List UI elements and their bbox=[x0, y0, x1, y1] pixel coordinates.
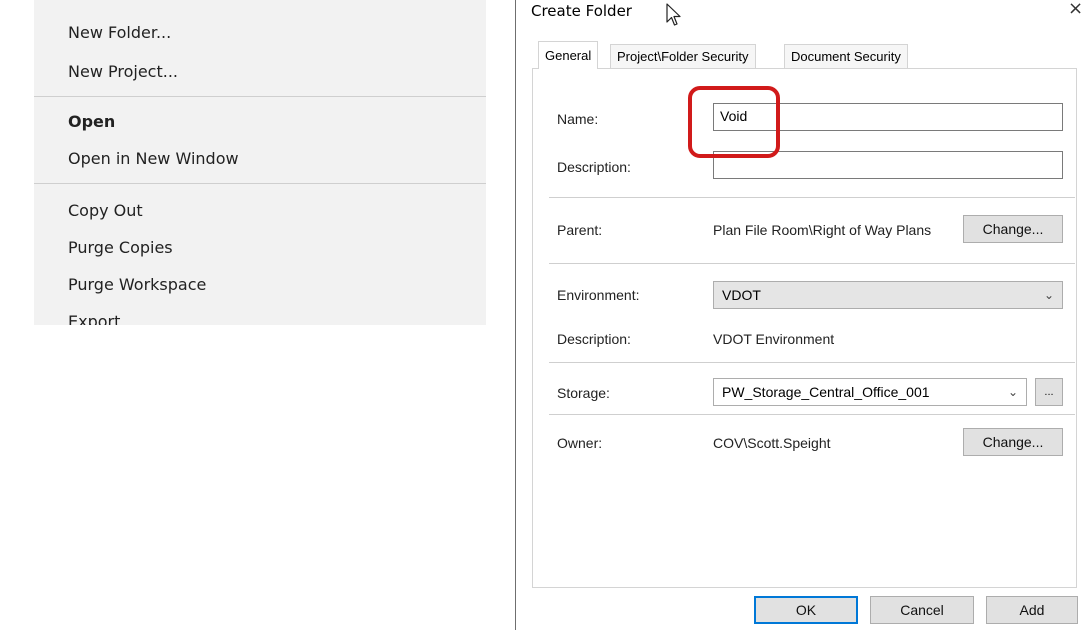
parent-label: Parent: bbox=[557, 222, 603, 238]
parent-path: Plan File Room\Right of Way Plans bbox=[713, 222, 932, 238]
cancel-button[interactable]: Cancel bbox=[870, 596, 974, 624]
tab-general[interactable]: General bbox=[538, 41, 599, 69]
menu-item-purge-copies[interactable]: Purge Copies bbox=[68, 233, 173, 263]
environment-label: Environment: bbox=[557, 287, 640, 303]
menu-item-export[interactable]: Export bbox=[68, 307, 120, 325]
close-icon[interactable]: × bbox=[1068, 0, 1083, 19]
section-divider bbox=[549, 197, 1075, 198]
change-owner-button[interactable]: Change... bbox=[963, 428, 1063, 456]
storage-label: Storage: bbox=[557, 385, 610, 401]
description-input[interactable] bbox=[713, 151, 1063, 179]
storage-selected-value: PW_Storage_Central_Office_001 bbox=[722, 384, 930, 400]
context-menu: New Folder... New Project... Open Open i… bbox=[34, 0, 486, 325]
owner-label: Owner: bbox=[557, 435, 603, 451]
mouse-cursor-icon bbox=[666, 3, 681, 26]
create-folder-dialog: Create Folder × General Project\Folder S… bbox=[515, 0, 1086, 630]
name-label: Name: bbox=[557, 111, 599, 127]
storage-select[interactable]: PW_Storage_Central_Office_001 ⌄ bbox=[713, 378, 1027, 406]
chevron-down-icon: ⌄ bbox=[1043, 288, 1054, 302]
add-button[interactable]: Add bbox=[986, 596, 1078, 624]
ok-button[interactable]: OK bbox=[754, 596, 858, 624]
chevron-down-icon: ⌄ bbox=[1007, 385, 1018, 399]
environment-description-label: Description: bbox=[557, 331, 631, 347]
browse-storage-button[interactable]: ... bbox=[1035, 378, 1063, 406]
menu-item-new-folder[interactable]: New Folder... bbox=[68, 18, 171, 48]
menu-item-new-project[interactable]: New Project... bbox=[68, 57, 178, 87]
tab-project-folder-security[interactable]: Project\Folder Security bbox=[610, 44, 756, 68]
environment-description-value: VDOT Environment bbox=[713, 331, 835, 347]
environment-selected-value: VDOT bbox=[722, 287, 761, 303]
menu-separator bbox=[34, 96, 486, 97]
change-parent-button[interactable]: Change... bbox=[963, 215, 1063, 243]
menu-separator bbox=[34, 183, 486, 184]
section-divider bbox=[549, 263, 1075, 264]
tab-document-security[interactable]: Document Security bbox=[784, 44, 908, 68]
menu-item-open[interactable]: Open bbox=[68, 107, 115, 137]
environment-select[interactable]: VDOT ⌄ bbox=[713, 281, 1063, 309]
menu-item-open-new-window[interactable]: Open in New Window bbox=[68, 144, 239, 174]
name-input[interactable]: Void bbox=[713, 103, 1063, 131]
section-divider bbox=[549, 414, 1075, 415]
description-label: Description: bbox=[557, 159, 631, 175]
owner-value: COV\Scott.Speight bbox=[713, 435, 831, 451]
dialog-title: Create Folder bbox=[531, 2, 632, 20]
section-divider bbox=[549, 362, 1075, 363]
menu-item-purge-workspace[interactable]: Purge Workspace bbox=[68, 270, 206, 300]
menu-item-copy-out[interactable]: Copy Out bbox=[68, 196, 143, 226]
general-tab-panel: Name: Void Description: Parent: Plan Fil… bbox=[532, 68, 1077, 588]
